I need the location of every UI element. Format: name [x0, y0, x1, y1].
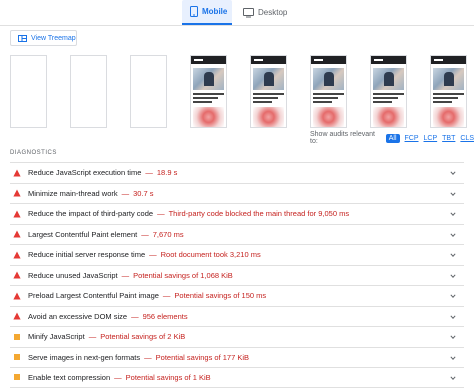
audit-separator: —	[144, 352, 152, 362]
chevron-down-icon[interactable]	[450, 375, 456, 381]
chevron-down-icon[interactable]	[450, 252, 456, 258]
fail-triangle-icon	[13, 230, 21, 238]
chevron-down-icon[interactable]	[450, 314, 456, 320]
audit-value: Potential savings of 1 KiB	[125, 372, 211, 382]
audit-row[interactable]: Minimize main-thread work —30.7 s	[10, 182, 464, 204]
audit-value: Potential savings of 1,068 KiB	[133, 270, 233, 280]
audit-separator: —	[114, 372, 122, 382]
fail-triangle-icon	[13, 292, 21, 300]
fail-triangle-icon	[13, 312, 21, 320]
audit-value: Potential savings of 2 KiB	[100, 332, 186, 342]
average-square-icon	[14, 354, 20, 361]
audit-title: Enable text compression	[28, 372, 111, 382]
audit-title: Minimize main-thread work	[28, 188, 118, 198]
audit-value: Potential savings of 150 ms	[174, 291, 267, 301]
device-tabs: Mobile Desktop	[0, 0, 474, 25]
audit-title: Reduce JavaScript execution time	[28, 168, 142, 178]
audit-row[interactable]: Avoid an excessive DOM size —956 elements	[10, 305, 464, 327]
filmstrip	[0, 55, 474, 130]
tabs-divider	[0, 25, 474, 26]
chevron-down-icon[interactable]	[450, 273, 456, 279]
filter-chip-fcp[interactable]: FCP	[405, 135, 419, 142]
audit-separator: —	[162, 291, 171, 301]
filter-chip-all[interactable]: All	[385, 133, 400, 143]
audit-row[interactable]: Reduce the impact of third-party code — Th…	[10, 203, 464, 224]
audit-title: Serve images in next-gen formats	[28, 352, 141, 362]
audit-separator: —	[121, 188, 130, 198]
audit-row[interactable]: Enable text compression — Potential saving…	[10, 367, 464, 388]
audit-separator: —	[141, 229, 149, 239]
audit-row[interactable]: Reduce JavaScript execution time —18.9 s	[10, 162, 464, 183]
chevron-down-icon[interactable]	[450, 334, 456, 340]
average-square-icon	[14, 333, 20, 340]
fail-triangle-icon	[13, 251, 21, 259]
desktop-icon	[243, 7, 254, 17]
tab-desktop[interactable]: Desktop	[243, 0, 287, 25]
audit-value: 7,670 ms	[152, 229, 184, 239]
audit-value: Root document took 3,210 ms	[160, 250, 261, 260]
audit-title: Reduce the impact of third-party code	[28, 209, 154, 219]
filmstrip-frame	[250, 55, 287, 128]
audit-row[interactable]: Reduce initial server response time — Root…	[10, 244, 464, 265]
diagnostics-list: Reduce JavaScript execution time —18.9 sM…	[10, 162, 464, 388]
audit-separator: —	[131, 311, 139, 321]
audit-title: Reduce unused JavaScript	[28, 270, 118, 280]
filter-chip-cls[interactable]: CLS	[460, 135, 474, 142]
filter-chip-lcp[interactable]: LCP	[424, 135, 438, 142]
audit-separator: —	[88, 332, 97, 342]
audit-row[interactable]: Reduce unused JavaScript — Potential savin…	[10, 264, 464, 286]
chevron-down-icon[interactable]	[450, 232, 456, 238]
filmstrip-frame	[370, 55, 407, 128]
audit-separator: —	[145, 168, 153, 178]
filmstrip-frame	[430, 55, 467, 128]
filmstrip-frame-blank	[70, 55, 107, 128]
fail-triangle-icon	[13, 189, 21, 197]
audit-title: Reduce initial server response time	[28, 250, 146, 260]
audit-title: Largest Contentful Paint element	[28, 229, 138, 239]
audit-title: Avoid an excessive DOM size	[28, 311, 128, 321]
mobile-icon	[190, 6, 198, 17]
audit-filter: Show audits relevant to: All FCP LCP TBT…	[310, 131, 474, 145]
audit-value: Potential savings of 177 KiB	[155, 352, 250, 362]
filmstrip-frame	[190, 55, 227, 128]
audit-value: 30.7 s	[133, 188, 154, 198]
tab-mobile[interactable]: Mobile	[182, 0, 232, 25]
audit-separator: —	[157, 209, 165, 219]
chevron-down-icon[interactable]	[450, 170, 456, 176]
chevron-down-icon[interactable]	[450, 191, 456, 197]
chevron-down-icon[interactable]	[450, 355, 456, 361]
fail-triangle-icon	[13, 210, 21, 218]
filter-chip-tbt[interactable]: TBT	[442, 135, 455, 142]
diagnostics-heading: DIAGNOSTICS	[10, 150, 57, 156]
audit-filter-label: Show audits relevant to:	[310, 131, 375, 145]
average-square-icon	[14, 374, 20, 381]
filmstrip-frame-blank	[10, 55, 47, 128]
audit-separator: —	[149, 250, 157, 260]
audit-value: 956 elements	[142, 311, 188, 321]
audit-title: Minify JavaScript	[28, 332, 85, 342]
tab-desktop-label: Desktop	[258, 8, 288, 17]
tab-mobile-label: Mobile	[202, 7, 228, 16]
fail-triangle-icon	[13, 271, 21, 279]
audit-row[interactable]: Minify JavaScript — Potential savings of 2…	[10, 326, 464, 347]
view-treemap-button[interactable]: View Treemap	[10, 30, 77, 46]
fail-triangle-icon	[13, 169, 21, 177]
audit-title: Preload Largest Contentful Paint image	[28, 291, 159, 301]
audit-value: Third-party code blocked the main thread…	[168, 209, 350, 219]
audit-row[interactable]: Serve images in next-gen formats — Potenti…	[10, 346, 464, 368]
view-treemap-label: View Treemap	[31, 34, 76, 42]
audit-row[interactable]: Preload Largest Contentful Paint image — P…	[10, 285, 464, 306]
treemap-icon	[18, 34, 27, 42]
audit-row[interactable]: Largest Contentful Paint element —7,670 m…	[10, 223, 464, 245]
chevron-down-icon[interactable]	[450, 293, 456, 299]
filmstrip-frame-blank	[130, 55, 167, 128]
audit-value: 18.9 s	[156, 168, 178, 178]
filmstrip-frame	[310, 55, 347, 128]
audit-separator: —	[121, 270, 130, 280]
chevron-down-icon[interactable]	[450, 211, 456, 217]
